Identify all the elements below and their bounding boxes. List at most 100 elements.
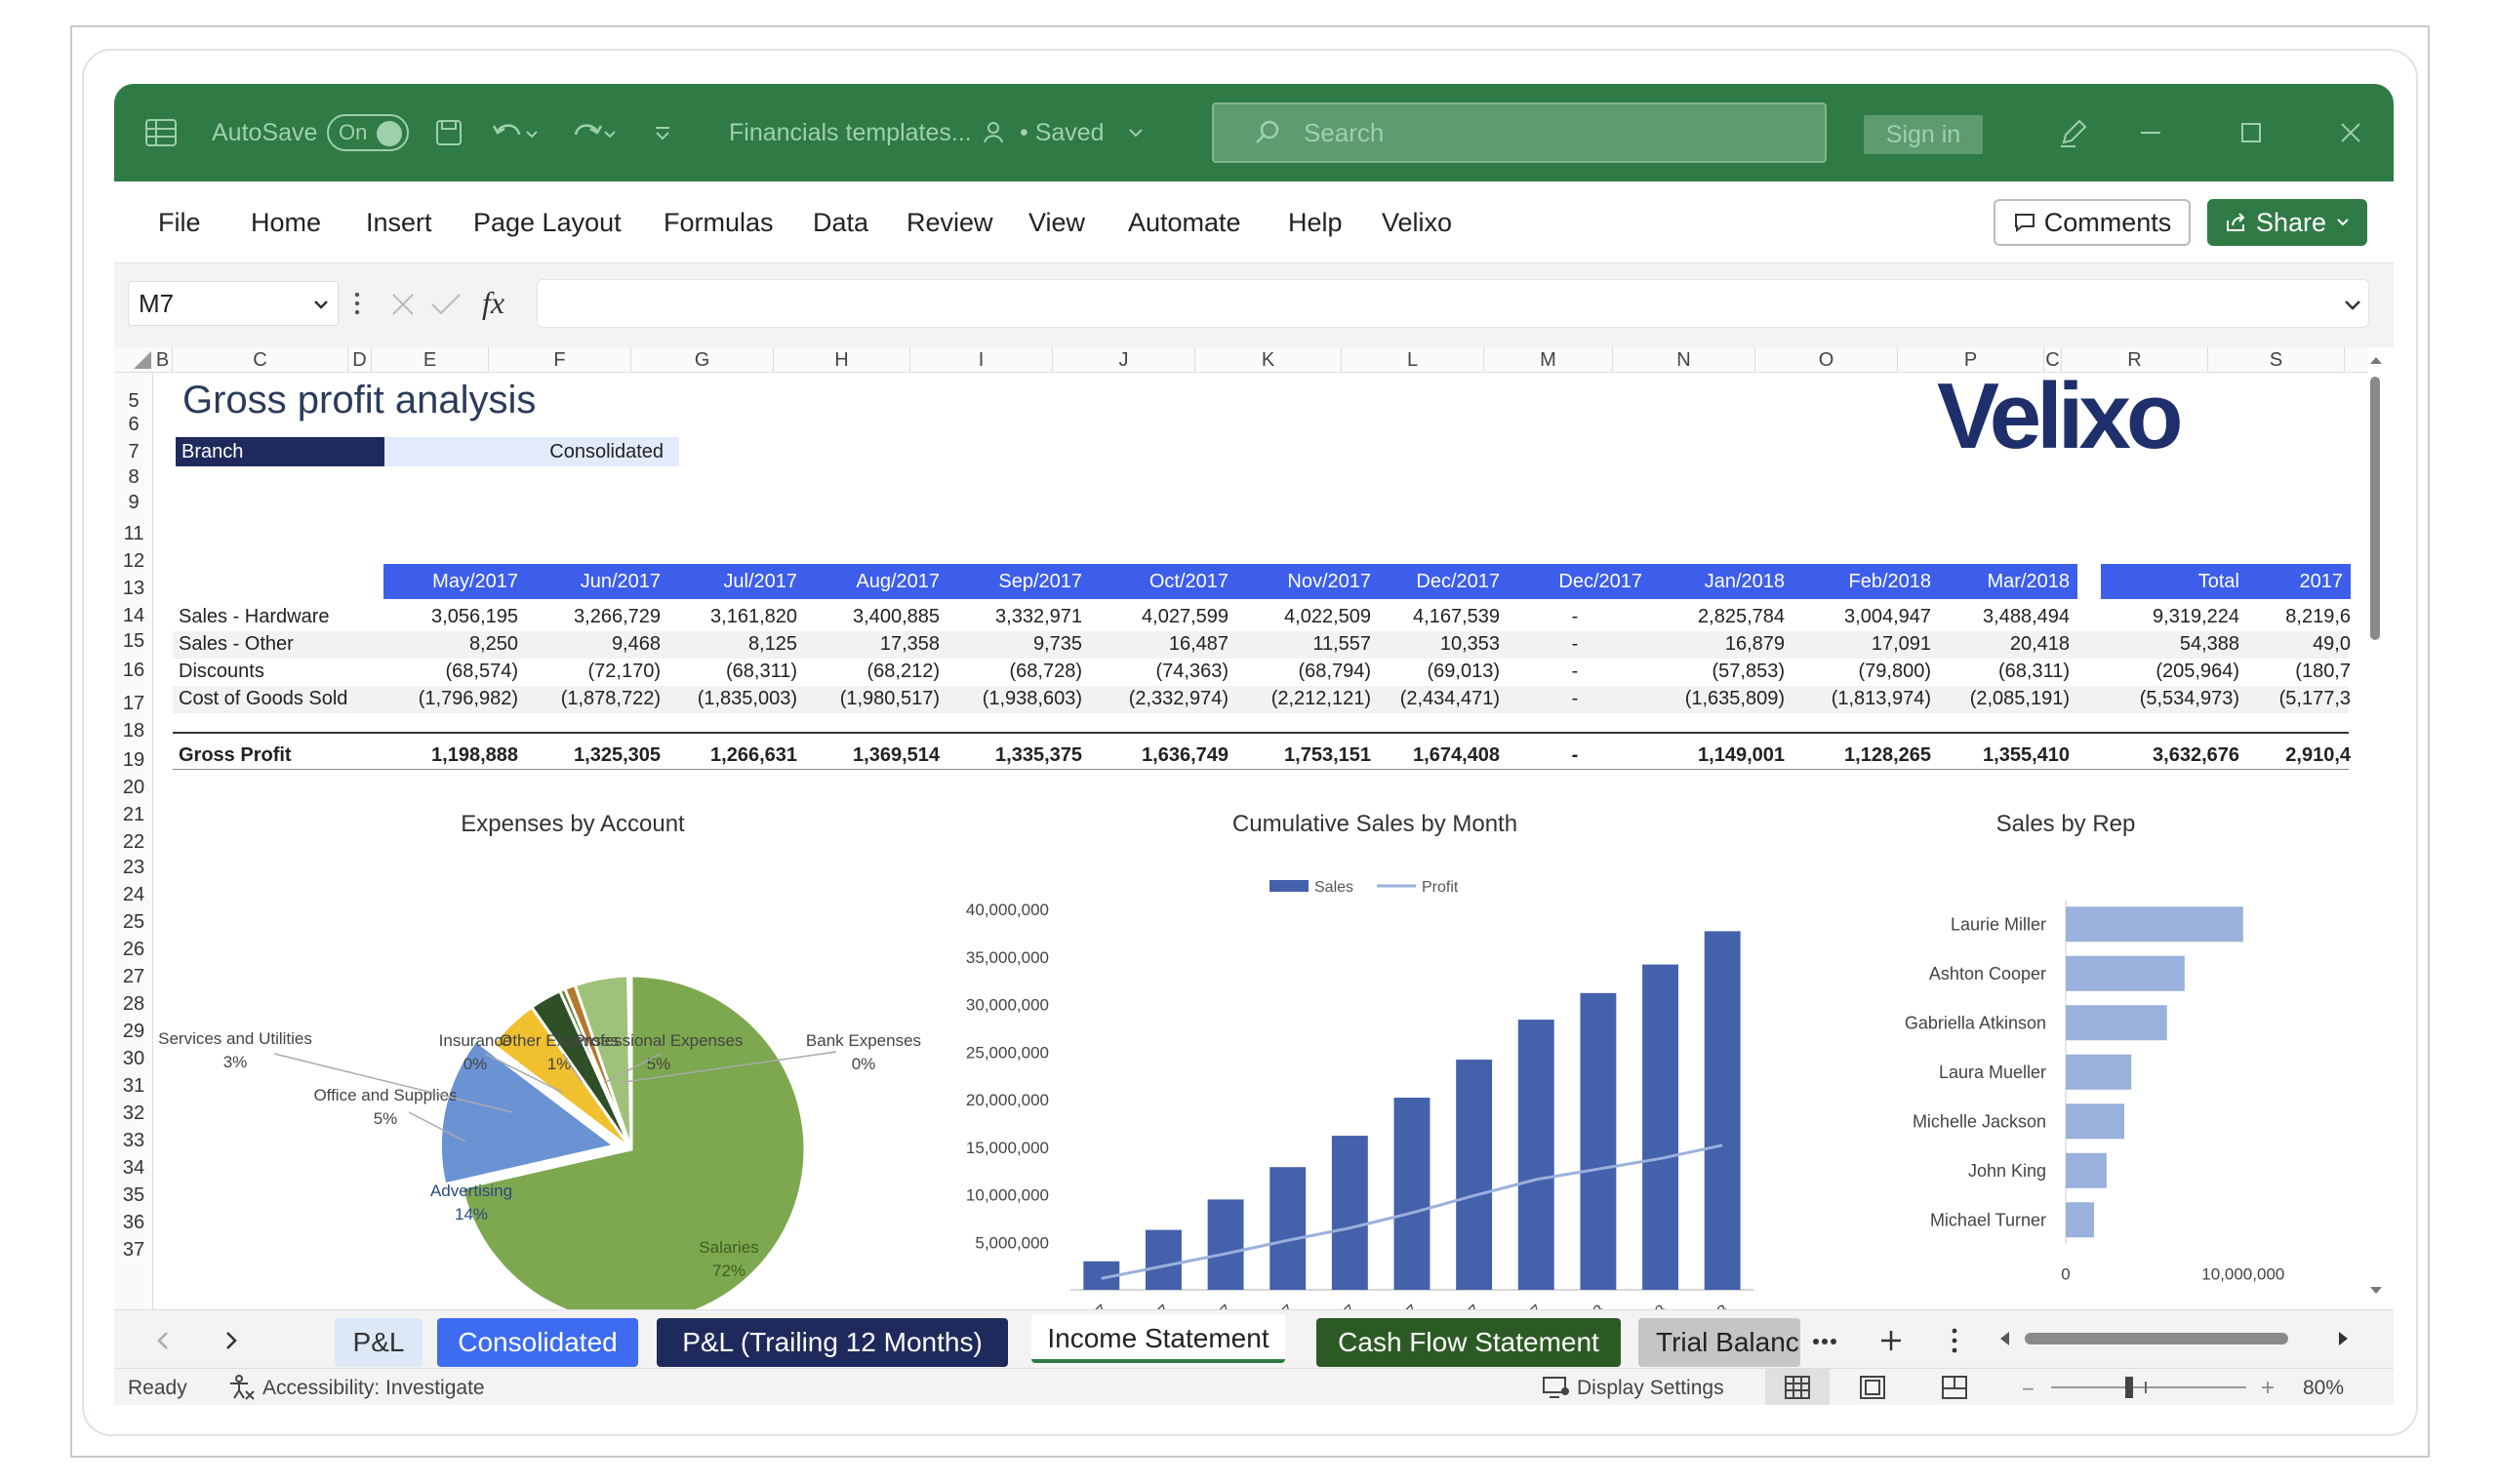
menu-review[interactable]: Review <box>907 181 993 263</box>
table-cell[interactable]: 1,335,375 <box>947 744 1082 767</box>
col-header[interactable]: F <box>489 347 631 373</box>
display-settings-label[interactable]: Display Settings <box>1577 1377 1724 1400</box>
horizontal-scroll-thumb[interactable] <box>2025 1333 2288 1344</box>
menu-velixo[interactable]: Velixo <box>1382 181 1452 263</box>
row-number[interactable]: 22 <box>114 831 153 854</box>
scroll-thumb[interactable] <box>2370 377 2380 640</box>
row-number[interactable]: 29 <box>114 1021 153 1043</box>
menu-automate[interactable]: Automate <box>1128 181 1241 263</box>
accessibility-icon[interactable] <box>226 1374 256 1405</box>
table-cell[interactable]: (1,878,722) <box>526 688 661 710</box>
table-cell[interactable]: (68,574) <box>383 661 519 683</box>
col-header[interactable]: J <box>1053 347 1195 373</box>
col-header[interactable]: G <box>631 347 774 373</box>
worksheet-grid[interactable]: B C D E F G H I J K L M N O P C R S 5678… <box>114 347 2394 1317</box>
table-cell[interactable]: (2,212,121) <box>1236 688 1371 710</box>
save-icon[interactable] <box>434 84 463 181</box>
pen-icon[interactable] <box>2056 84 2091 181</box>
table-cell[interactable]: (68,728) <box>947 661 1083 683</box>
table-cell[interactable]: 1,325,305 <box>526 744 661 767</box>
col-header[interactable]: N <box>1613 347 1755 373</box>
row-number[interactable]: 30 <box>114 1048 153 1070</box>
insert-function-button[interactable]: fx <box>482 285 504 321</box>
row-number[interactable]: 12 <box>114 550 153 573</box>
row-number[interactable]: 23 <box>114 857 153 879</box>
table-cell[interactable]: 10,353 <box>1379 633 1500 656</box>
more-tabs-icon[interactable] <box>1812 1334 1837 1351</box>
col-header[interactable]: D <box>348 347 372 373</box>
row-number[interactable]: 33 <box>114 1130 153 1152</box>
table-cell[interactable]: (79,800) <box>1793 661 1932 683</box>
row-number[interactable]: 6 <box>114 414 153 436</box>
table-cell[interactable]: (1,835,003) <box>668 688 797 710</box>
col-header[interactable]: S <box>2208 347 2345 373</box>
scroll-tabs-right-icon[interactable] <box>223 1330 239 1356</box>
tab-trial-balance[interactable]: Trial Balanc <box>1638 1318 1800 1367</box>
row-number[interactable]: 32 <box>114 1103 153 1125</box>
table-cell-total[interactable]: (205,964) <box>2101 661 2239 683</box>
row-number[interactable]: 7 <box>114 441 153 463</box>
select-all-corner[interactable] <box>124 349 153 376</box>
table-cell-year[interactable]: 2,910,4 <box>2247 744 2351 767</box>
table-cell[interactable]: 8,125 <box>668 633 797 656</box>
table-cell[interactable]: 20,418 <box>1939 633 2070 656</box>
table-cell[interactable]: 1,266,631 <box>668 744 797 767</box>
minimize-icon[interactable] <box>2136 84 2165 181</box>
maximize-icon[interactable] <box>2236 84 2266 181</box>
row-number[interactable]: 37 <box>114 1239 153 1262</box>
table-cell[interactable]: (1,796,982) <box>383 688 518 710</box>
menu-data[interactable]: Data <box>813 181 868 263</box>
table-cell[interactable]: (72,170) <box>526 661 662 683</box>
scroll-down-arrow[interactable] <box>2368 1284 2384 1302</box>
table-cell[interactable]: 1,369,514 <box>805 744 940 767</box>
scroll-tabs-left-icon[interactable] <box>155 1330 171 1356</box>
autosave-toggle[interactable]: On <box>327 84 409 181</box>
page-layout-view-icon[interactable] <box>1859 1375 1886 1405</box>
table-cell-total[interactable]: 54,388 <box>2101 633 2239 656</box>
zoom-slider-thumb[interactable] <box>2125 1377 2133 1398</box>
table-cell[interactable]: 8,250 <box>383 633 518 656</box>
table-cell[interactable]: 4,022,509 <box>1236 606 1371 628</box>
row-number[interactable]: 16 <box>114 660 153 682</box>
search-box[interactable]: Search <box>1212 102 1827 163</box>
col-header[interactable]: C <box>173 347 348 373</box>
table-cell[interactable]: 4,167,539 <box>1379 606 1500 628</box>
table-cell[interactable]: 3,488,494 <box>1939 606 2070 628</box>
table-cell[interactable]: (1,635,809) <box>1650 688 1785 710</box>
row-number[interactable]: 21 <box>114 804 153 826</box>
col-header[interactable]: E <box>372 347 489 373</box>
branch-value[interactable]: Consolidated <box>384 437 679 466</box>
table-cell[interactable]: 9,735 <box>947 633 1082 656</box>
table-cell[interactable]: (68,311) <box>668 661 797 683</box>
table-cell[interactable]: - <box>1508 744 1642 767</box>
row-number[interactable]: 31 <box>114 1075 153 1098</box>
sheet-options-icon[interactable] <box>1952 1327 1957 1359</box>
cancel-icon[interactable] <box>389 291 417 323</box>
table-cell[interactable]: - <box>1508 633 1642 656</box>
table-cell[interactable]: 1,674,408 <box>1379 744 1500 767</box>
table-cell[interactable]: 16,879 <box>1650 633 1785 656</box>
table-cell-year[interactable]: 49,0 <box>2247 633 2351 656</box>
scroll-up-arrow[interactable] <box>2368 353 2384 371</box>
table-cell[interactable]: (1,938,603) <box>947 688 1082 710</box>
tab-consolidated[interactable]: Consolidated <box>437 1318 638 1367</box>
page-break-view-icon[interactable] <box>1941 1375 1968 1405</box>
menu-page-layout[interactable]: Page Layout <box>473 181 622 263</box>
horizontal-scroll-left[interactable] <box>1997 1330 2013 1352</box>
menu-insert[interactable]: Insert <box>366 181 432 263</box>
table-cell[interactable]: 9,468 <box>526 633 661 656</box>
table-cell[interactable]: 1,753,151 <box>1236 744 1371 767</box>
row-number[interactable]: 26 <box>114 939 153 961</box>
row-number[interactable]: 8 <box>114 466 153 489</box>
redo-icon[interactable] <box>568 84 617 181</box>
col-header[interactable]: H <box>774 347 910 373</box>
row-number[interactable]: 36 <box>114 1212 153 1234</box>
table-cell[interactable]: 1,128,265 <box>1793 744 1931 767</box>
menu-view[interactable]: View <box>1028 181 1085 263</box>
comments-button[interactable]: Comments <box>1994 199 2191 246</box>
row-number[interactable]: 20 <box>114 777 153 799</box>
row-number[interactable]: 35 <box>114 1184 153 1207</box>
table-cell-total[interactable]: 9,319,224 <box>2101 606 2239 628</box>
table-cell[interactable]: 3,400,885 <box>805 606 940 628</box>
table-cell[interactable]: 3,332,971 <box>947 606 1082 628</box>
